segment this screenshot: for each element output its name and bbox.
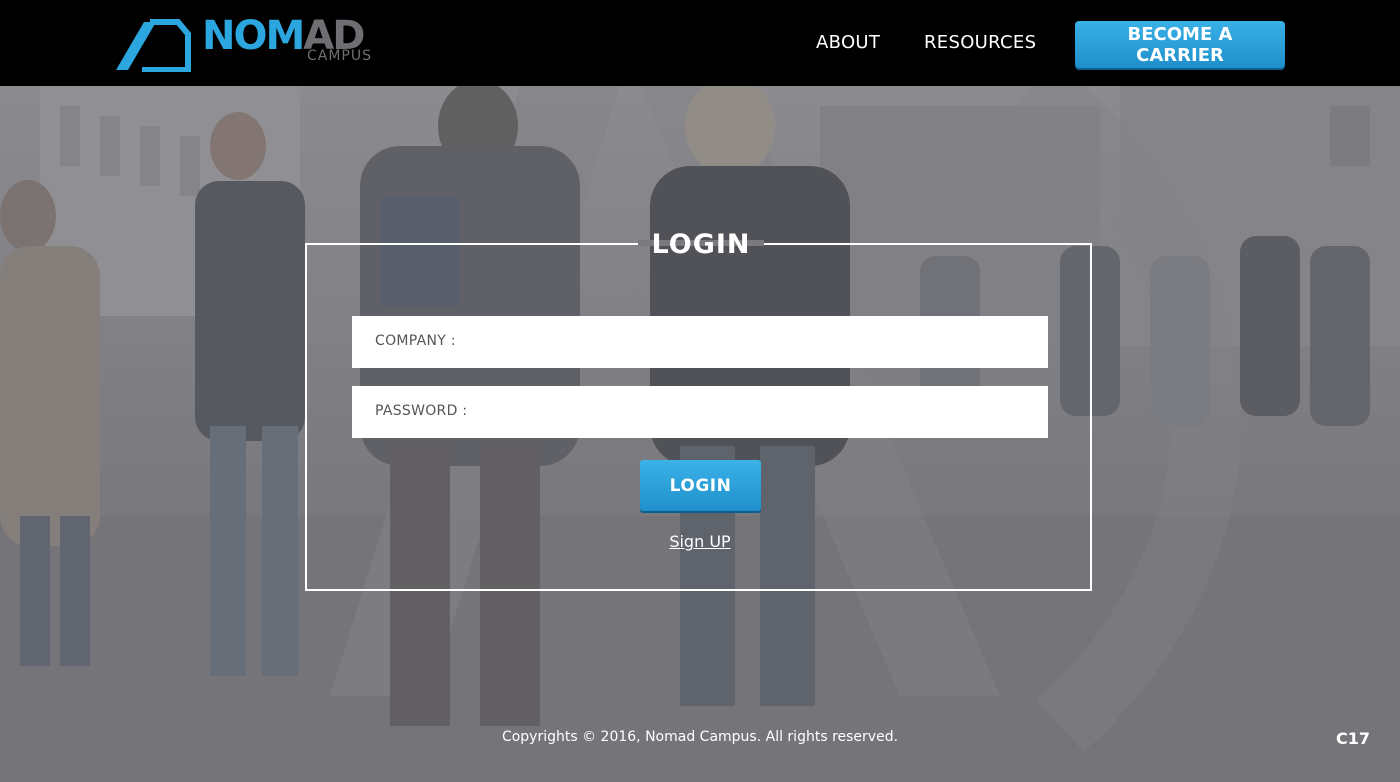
- logo-word-nom: NOM: [202, 13, 305, 59]
- copyright-text: Copyrights © 2016, Nomad Campus. All rig…: [501, 729, 899, 745]
- logo-mark-icon: [116, 19, 191, 72]
- login-submit-button[interactable]: LOGIN: [640, 460, 761, 511]
- password-input[interactable]: [482, 386, 1046, 440]
- become-carrier-button[interactable]: BECOME A CARRIER: [1075, 21, 1285, 68]
- signup-link[interactable]: Sign UP: [640, 532, 760, 551]
- logo-subtitle: CAMPUS: [307, 48, 373, 64]
- nomad-campus-logo[interactable]: NOMAD CAMPUS: [114, 13, 376, 72]
- nav-about-link[interactable]: ABOUT: [816, 32, 880, 54]
- nav-resources-link[interactable]: RESOURCES: [924, 32, 1036, 54]
- corner-tag: C17: [1336, 729, 1371, 748]
- password-label: PASSWORD :: [375, 403, 468, 419]
- company-input[interactable]: [482, 316, 1046, 370]
- top-navbar: NOMAD CAMPUS ABOUT RESOURCES BECOME A CA…: [0, 0, 1400, 86]
- company-field[interactable]: COMPANY :: [352, 316, 1048, 370]
- company-label: COMPANY :: [375, 333, 456, 349]
- login-title: LOGIN: [651, 229, 751, 260]
- password-field[interactable]: PASSWORD :: [352, 386, 1048, 440]
